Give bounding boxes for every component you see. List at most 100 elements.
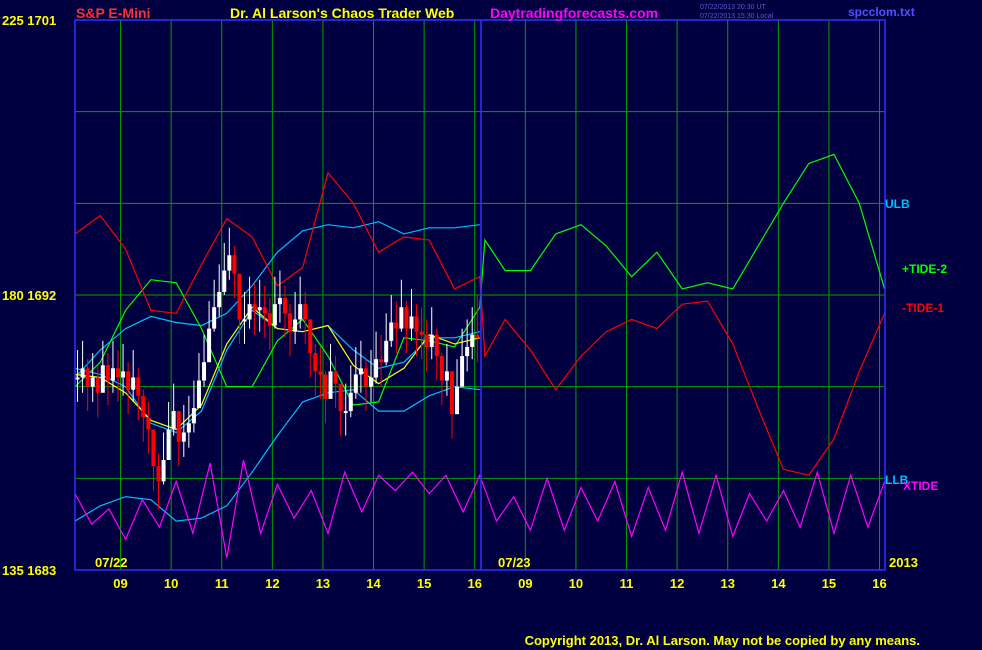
- price-bar-body: [181, 432, 186, 442]
- x-tick-label: 13: [316, 576, 330, 591]
- price-bar-body: [186, 423, 191, 433]
- x-tick-label: 09: [113, 576, 127, 591]
- x-axis-labels: 09 10 11 12 13 14 15 16 09 10 11 12 13 14 15 16 07/22 07/…: [95, 555, 918, 591]
- price-bar-body: [419, 331, 424, 335]
- timestamp-local: 07/22/2013 15:30 Local: [700, 13, 774, 20]
- chaos-trader-chart: 225 1701 180 1692 135 1683 09 10 11 12 13 14 15 1…: [2, 4, 947, 648]
- price-bar-body: [277, 298, 282, 305]
- price-bar-body: [262, 307, 267, 314]
- price-bar-body: [470, 334, 475, 347]
- price-bar-body: [379, 359, 384, 363]
- price-bar-body: [171, 411, 176, 430]
- date-label: 07/22: [95, 555, 128, 570]
- x-tick-label: 11: [215, 576, 229, 591]
- price-bar-body: [232, 255, 237, 274]
- price-bar-body: [100, 365, 105, 393]
- site-link[interactable]: Daytradingforecasts.com: [490, 5, 658, 21]
- price-bar-body: [237, 273, 242, 320]
- date-label: 07/23: [498, 555, 531, 570]
- x-tick-label: 10: [164, 576, 178, 591]
- x-tick-label: 15: [417, 576, 431, 591]
- price-bar-body: [207, 328, 212, 363]
- price-bar-body: [90, 377, 95, 387]
- price-bar-body: [105, 365, 110, 381]
- price-bar-body: [95, 377, 100, 393]
- series-tide-1: [74, 171, 886, 476]
- x-tick-label: 15: [822, 576, 836, 591]
- price-bar-body: [282, 298, 287, 314]
- price-bar-body: [475, 334, 480, 338]
- price-bar-body: [313, 353, 318, 372]
- price-bar-body: [110, 368, 115, 381]
- series-label: +TIDE-2: [902, 262, 947, 276]
- price-bar-body: [363, 368, 368, 387]
- price-bar-body: [318, 371, 323, 375]
- price-bar-body: [323, 374, 328, 399]
- x-tick-label: 11: [620, 576, 634, 591]
- price-bar-body: [404, 307, 409, 329]
- price-bar-body: [444, 371, 449, 381]
- price-bar-body: [196, 380, 201, 409]
- chart-title: Dr. Al Larson's Chaos Trader Web: [230, 5, 454, 21]
- y-tick-label: 135 1683: [2, 563, 56, 578]
- price-bar-body: [202, 362, 207, 381]
- x-tick-label: 16: [468, 576, 482, 591]
- chart-grid: [75, 20, 885, 570]
- price-bar-body: [394, 322, 399, 329]
- x-tick-label: 12: [265, 576, 279, 591]
- price-bar-body: [343, 411, 348, 414]
- y-tick-label: 225 1701: [2, 13, 56, 28]
- price-bar-body: [267, 313, 272, 326]
- price-bar-body: [121, 371, 126, 378]
- data-file-label: spcclom.txt: [848, 5, 915, 19]
- x-tick-label: 09: [518, 576, 532, 591]
- price-bar-body: [227, 255, 232, 271]
- price-bar-body: [212, 307, 217, 329]
- instrument-label: S&P E-Mini: [76, 5, 150, 21]
- price-bar-body: [328, 371, 333, 399]
- y-axis-labels: 225 1701 180 1692 135 1683: [2, 13, 56, 578]
- series-label: XTIDE: [903, 479, 938, 493]
- price-bar-body: [308, 319, 313, 354]
- price-bar-body: [116, 368, 121, 378]
- price-bar-body: [389, 322, 394, 341]
- price-bar-body: [126, 371, 131, 390]
- x-tick-label: 14: [366, 576, 381, 591]
- series-label: ULB: [885, 197, 910, 211]
- price-bar-body: [131, 377, 136, 390]
- price-bar-body: [460, 356, 465, 387]
- price-bar-body: [242, 319, 247, 322]
- price-bar-body: [424, 334, 429, 347]
- price-bar-body: [369, 377, 374, 387]
- price-bar-body: [303, 304, 308, 320]
- price-bar-body: [146, 417, 151, 430]
- x-tick-label: 10: [569, 576, 583, 591]
- price-bar-body: [156, 466, 161, 482]
- price-bar-body: [358, 368, 363, 375]
- price-bar-body: [353, 374, 358, 393]
- price-bar-body: [191, 408, 196, 424]
- x-tick-label: 16: [872, 576, 886, 591]
- price-bar-body: [247, 304, 252, 320]
- price-bar-body: [80, 368, 85, 378]
- price-bar-body: [298, 304, 303, 320]
- price-bar-body: [434, 334, 439, 357]
- price-bars: [75, 227, 480, 509]
- date-label: 2013: [889, 555, 918, 570]
- x-tick-label: 14: [771, 576, 786, 591]
- price-bar-body: [449, 371, 454, 415]
- price-bar-body: [348, 392, 353, 412]
- price-bar-body: [333, 371, 338, 384]
- x-tick-label: 12: [670, 576, 684, 591]
- price-bar-body: [293, 319, 298, 332]
- price-bar-body: [384, 340, 389, 363]
- price-bar-body: [166, 429, 171, 460]
- price-bar-body: [338, 383, 343, 412]
- price-bar-body: [374, 359, 379, 378]
- price-bar-body: [75, 377, 80, 380]
- price-bar-body: [85, 368, 90, 387]
- price-bar-body: [272, 304, 277, 326]
- right-labels: ULB+TIDE-2-TIDE-1LLBXTIDE: [885, 197, 947, 493]
- price-bar-body: [217, 291, 222, 308]
- price-bar-body: [141, 395, 146, 418]
